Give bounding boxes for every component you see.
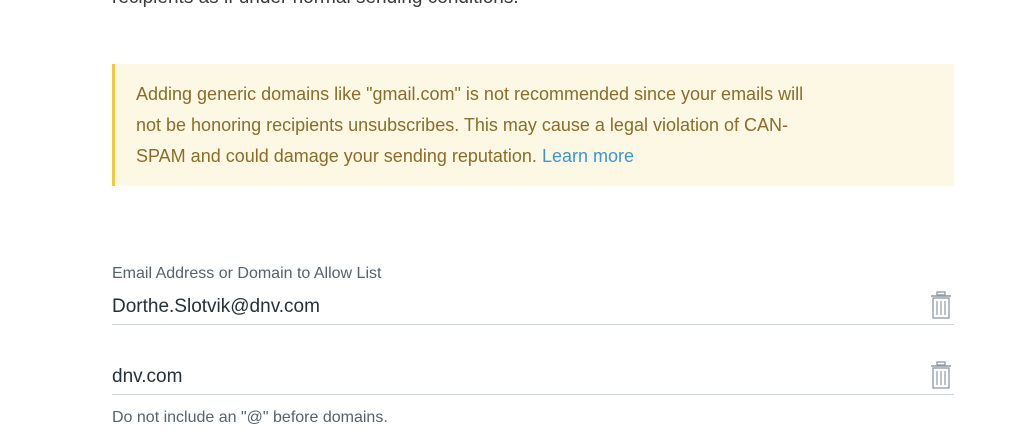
trash-icon[interactable] — [930, 291, 952, 319]
alert-message-line-2: not be honoring recipients unsubscribes.… — [136, 115, 789, 135]
learn-more-link[interactable]: Learn more — [542, 146, 634, 166]
warning-alert: Adding generic domains like "gmail.com" … — [112, 64, 954, 186]
domain-helper-text: Do not include an "@" before domains. — [112, 409, 388, 426]
trash-icon[interactable] — [930, 361, 952, 389]
allow-list-page: recipients as if under normal sending co… — [0, 0, 1024, 440]
description-text: recipients as if under normal sending co… — [112, 0, 519, 10]
allow-list-entry-row — [112, 361, 954, 395]
allow-list-entry-input[interactable] — [112, 361, 892, 393]
allow-list-entry-input[interactable] — [112, 291, 892, 323]
allow-list-entry-row — [112, 291, 954, 325]
alert-message-line-3: SPAM and could damage your sending reput… — [136, 146, 537, 166]
alert-message-line-1: Adding generic domains like "gmail.com" … — [136, 84, 804, 104]
allow-list-field-label: Email Address or Domain to Allow List — [112, 265, 382, 282]
